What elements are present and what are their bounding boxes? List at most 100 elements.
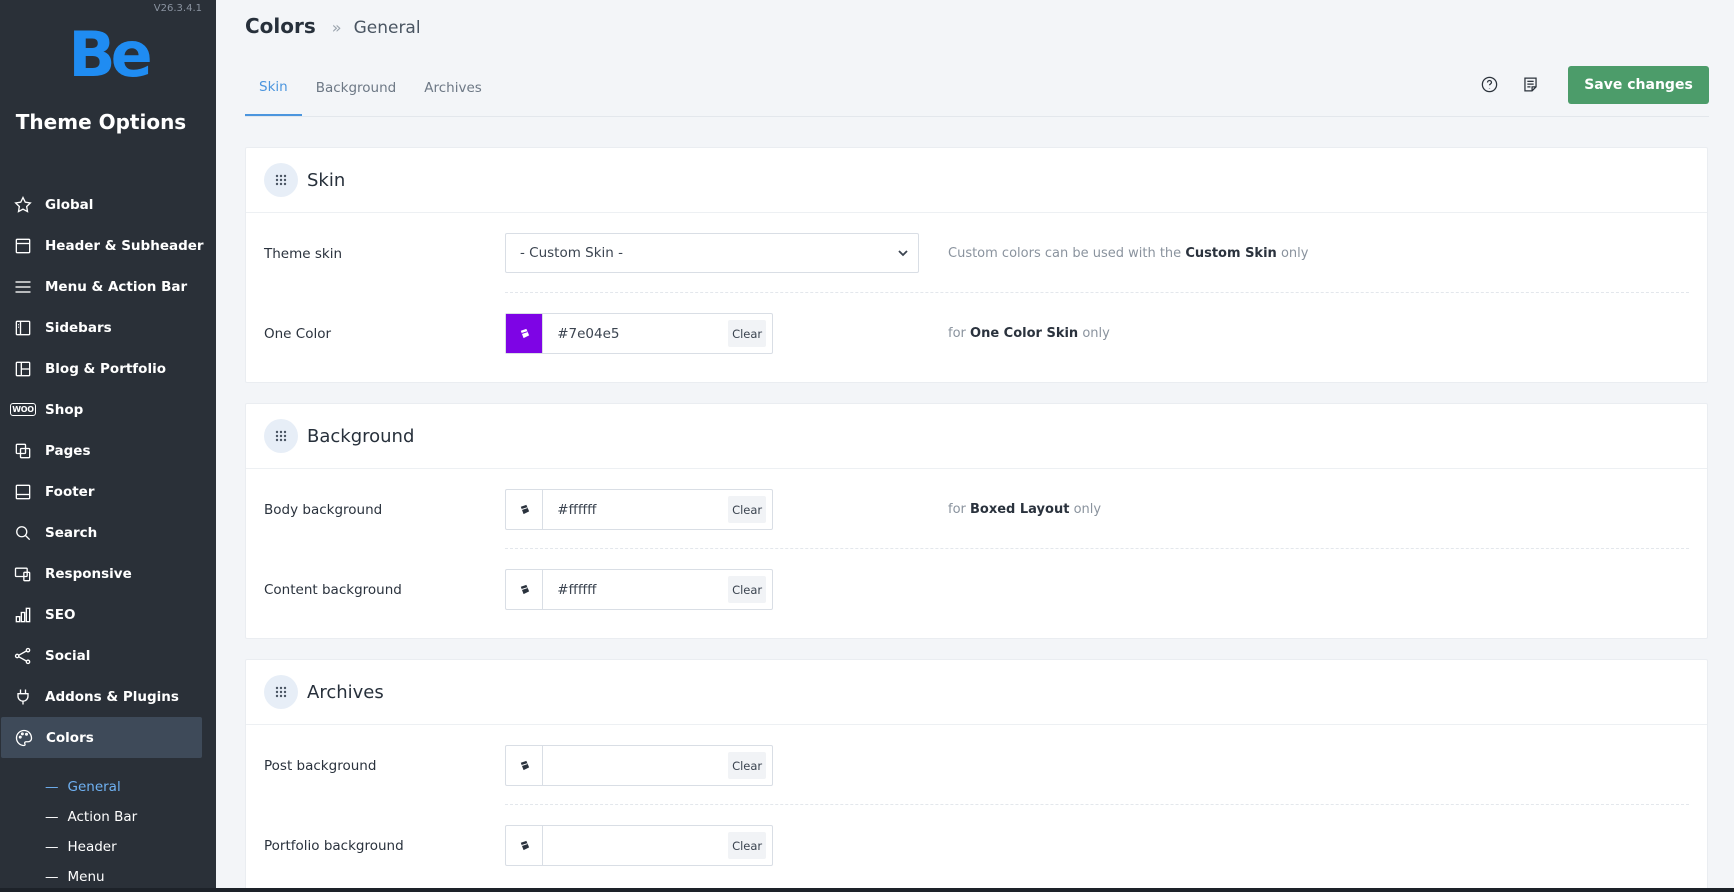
tab-background[interactable]: Background (302, 60, 411, 116)
sidebar-item-label: Shop (45, 401, 84, 418)
breadcrumb-separator: » (331, 18, 342, 37)
subnav-item-general[interactable]: — General (0, 772, 216, 802)
sidebar-item-responsive[interactable]: Responsive (0, 553, 216, 594)
subnav-item-action-bar[interactable]: — Action Bar (0, 802, 216, 832)
sidebar-item-search[interactable]: Search (0, 512, 216, 553)
field-description: for One Color Skin only (948, 326, 1110, 341)
sidebar-item-colors[interactable]: Colors (1, 717, 202, 758)
sidebar-item-label: Pages (45, 442, 91, 459)
help-icon[interactable] (1478, 73, 1500, 95)
paint-bucket-icon (520, 584, 529, 595)
drag-handle-icon[interactable] (264, 675, 298, 709)
card-background: Background Body background Clear for Box… (245, 403, 1708, 639)
tabs: Skin Background Archives (245, 60, 496, 116)
grid-layout-icon (12, 358, 34, 380)
clear-button[interactable]: Clear (728, 576, 766, 603)
bar-chart-icon (12, 604, 34, 626)
sidebar-item-label: Blog & Portfolio (45, 360, 166, 377)
palette-icon (13, 727, 35, 749)
tab-skin[interactable]: Skin (245, 60, 302, 116)
bottom-edge (0, 888, 1734, 892)
field-description: Custom colors can be used with the Custo… (948, 246, 1309, 261)
row-post-background: Post background Clear (246, 725, 1707, 805)
color-swatch[interactable] (506, 826, 544, 865)
color-swatch[interactable] (506, 314, 544, 353)
portfolio-background-input[interactable] (543, 837, 729, 854)
notes-icon[interactable] (1519, 73, 1541, 95)
sidebar-item-seo[interactable]: SEO (0, 594, 216, 635)
main-content: Colors » General Skin Background Archive… (216, 0, 1734, 892)
sidebar-item-header[interactable]: Header & Subheader (0, 225, 216, 266)
woo-icon: WOO (10, 403, 36, 416)
row-one-color: One Color Clear for One Color Skin only (246, 293, 1707, 373)
field-label: Content background (264, 582, 402, 598)
sidebar-item-social[interactable]: Social (0, 635, 216, 676)
breadcrumb: Colors » General (245, 14, 421, 38)
sidebar-item-label: Search (45, 524, 98, 541)
header-divider (245, 116, 1709, 117)
paint-bucket-icon (520, 504, 529, 515)
field-label: Post background (264, 758, 377, 774)
row-theme-skin: Theme skin - Custom Skin - Custom colors… (246, 213, 1707, 293)
sidebar: V26.3.4.1 Be Theme Options Global Header… (0, 0, 216, 888)
row-portfolio-background: Portfolio background Clear (246, 805, 1707, 885)
save-button[interactable]: Save changes (1568, 66, 1709, 104)
card-header: Skin (246, 148, 1707, 213)
color-swatch[interactable] (506, 490, 544, 529)
body-background-picker: Clear (505, 489, 773, 530)
sidebar-item-label: Responsive (45, 565, 132, 582)
clear-button[interactable]: Clear (728, 320, 766, 347)
color-swatch[interactable] (506, 746, 544, 785)
tab-archives[interactable]: Archives (410, 60, 496, 116)
sidebar-item-label: Sidebars (45, 319, 112, 336)
sidebar-item-menu[interactable]: Menu & Action Bar (0, 266, 216, 307)
body-background-input[interactable] (543, 501, 729, 518)
sidebar-item-sidebars[interactable]: Sidebars (0, 307, 216, 348)
page-subtitle: General (353, 18, 421, 38)
field-label: Theme skin (264, 246, 343, 262)
clear-button[interactable]: Clear (728, 832, 766, 859)
drag-handle-icon[interactable] (264, 163, 298, 197)
sidebar-item-addons[interactable]: Addons & Plugins (0, 676, 216, 717)
star-icon (12, 194, 34, 216)
sidebar-item-blog-portfolio[interactable]: Blog & Portfolio (0, 348, 216, 389)
logo: Be (68, 18, 152, 91)
paint-bucket-icon (520, 760, 529, 771)
field-label: One Color (264, 326, 332, 342)
clear-button[interactable]: Clear (728, 752, 766, 779)
drag-handle-icon[interactable] (264, 419, 298, 453)
field-label: Body background (264, 502, 383, 518)
sidebar-item-footer[interactable]: Footer (0, 471, 216, 512)
card-title: Background (307, 425, 415, 447)
sidebar-item-global[interactable]: Global (0, 184, 216, 225)
card-skin: Skin Theme skin - Custom Skin - Custom c… (245, 147, 1708, 383)
one-color-picker: Clear (505, 313, 773, 354)
row-body-background: Body background Clear for Boxed Layout o… (246, 469, 1707, 549)
content-background-input[interactable] (543, 581, 729, 598)
pages-icon (12, 440, 34, 462)
sidebar-item-shop[interactable]: WOO Shop (0, 389, 216, 430)
post-background-picker: Clear (505, 745, 773, 786)
field-description: for Boxed Layout only (948, 502, 1102, 517)
theme-skin-select[interactable]: - Custom Skin - (505, 233, 919, 273)
color-swatch[interactable] (506, 570, 544, 609)
sidebar-item-label: Social (45, 647, 91, 664)
card-archives: Archives Post background Clear Portfolio… (245, 659, 1708, 892)
sidebar-item-label: Colors (46, 729, 94, 746)
subnav-item-header[interactable]: — Header (0, 832, 216, 862)
paint-bucket-icon (520, 840, 529, 851)
one-color-input[interactable] (543, 325, 729, 342)
sidebar-title: Theme Options (15, 110, 187, 134)
clear-button[interactable]: Clear (728, 496, 766, 523)
share-icon (12, 645, 34, 667)
sidebar-item-pages[interactable]: Pages (0, 430, 216, 471)
version-label: V26.3.4.1 (153, 3, 202, 14)
sidebar-item-label: Addons & Plugins (45, 688, 179, 705)
card-header: Archives (246, 660, 1707, 725)
post-background-input[interactable] (543, 757, 729, 774)
sidebar-nav: Global Header & Subheader Menu & Action … (0, 184, 216, 758)
sidebar-item-label: Footer (45, 483, 95, 500)
responsive-icon (12, 563, 34, 585)
plug-icon (12, 686, 34, 708)
field-label: Portfolio background (264, 838, 404, 854)
